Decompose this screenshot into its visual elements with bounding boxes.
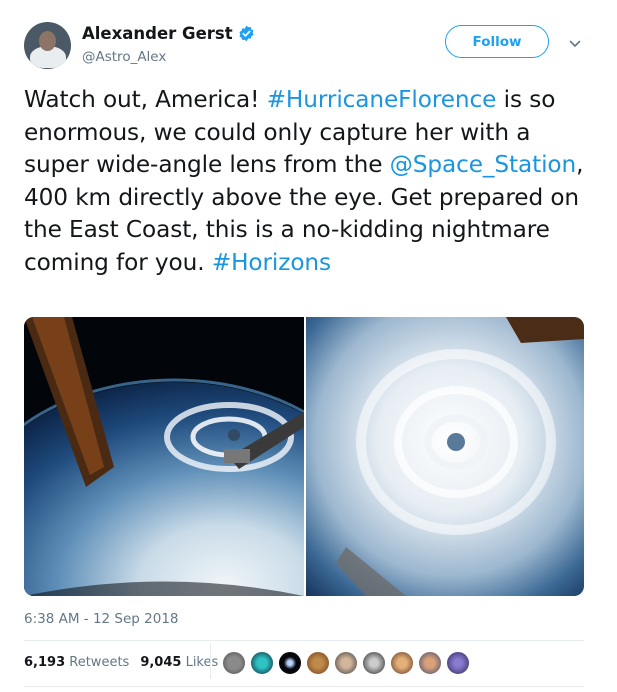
- liker-avatar[interactable]: [362, 651, 386, 675]
- hashtag-hurricaneflorence-link[interactable]: #HurricaneFlorence: [267, 86, 497, 113]
- verified-badge-icon: [239, 25, 254, 42]
- stats-separator: [210, 643, 211, 679]
- divider-top: [24, 640, 584, 641]
- likes-count: 9,045: [140, 655, 182, 670]
- retweets-count: 6,193: [24, 655, 66, 670]
- tweet-stats: 6,193 Retweets 9,045 Likes: [24, 655, 229, 670]
- chevron-down-icon[interactable]: [569, 38, 581, 50]
- liker-avatar[interactable]: [446, 651, 470, 675]
- photo-hurricane-from-iss[interactable]: [24, 317, 304, 596]
- retweets-stat[interactable]: 6,193 Retweets: [24, 655, 129, 670]
- tweet-timestamp[interactable]: 6:38 AM - 12 Sep 2018: [24, 611, 179, 627]
- retweets-label: Retweets: [69, 655, 130, 670]
- liker-avatar[interactable]: [306, 651, 330, 675]
- author-name[interactable]: Alexander Gerst: [82, 24, 233, 43]
- tweet-text-segment: Watch out, America!: [24, 86, 267, 113]
- liker-avatar[interactable]: [334, 651, 358, 675]
- liker-avatar[interactable]: [390, 651, 414, 675]
- avatar-face: [39, 31, 56, 51]
- tweet-media: [24, 317, 584, 596]
- liker-avatar[interactable]: [278, 651, 302, 675]
- liker-avatar[interactable]: [418, 651, 442, 675]
- follow-button[interactable]: Follow: [445, 25, 549, 58]
- hashtag-horizons-link[interactable]: #Horizons: [212, 249, 331, 276]
- liker-avatar[interactable]: [250, 651, 274, 675]
- author-avatar[interactable]: [24, 22, 71, 69]
- photo-hurricane-eye[interactable]: [306, 317, 584, 596]
- author-handle[interactable]: @Astro_Alex: [82, 49, 166, 65]
- liker-avatar[interactable]: [222, 651, 246, 675]
- tweet-text: Watch out, America! #HurricaneFlorence i…: [24, 84, 594, 279]
- likes-label: Likes: [185, 655, 219, 670]
- author-name-row: Alexander Gerst: [82, 24, 255, 43]
- mention-space-station-link[interactable]: @Space_Station: [390, 151, 577, 178]
- liker-avatars: [222, 651, 474, 675]
- divider-bottom: [24, 686, 584, 687]
- likes-stat[interactable]: 9,045 Likes: [140, 655, 218, 670]
